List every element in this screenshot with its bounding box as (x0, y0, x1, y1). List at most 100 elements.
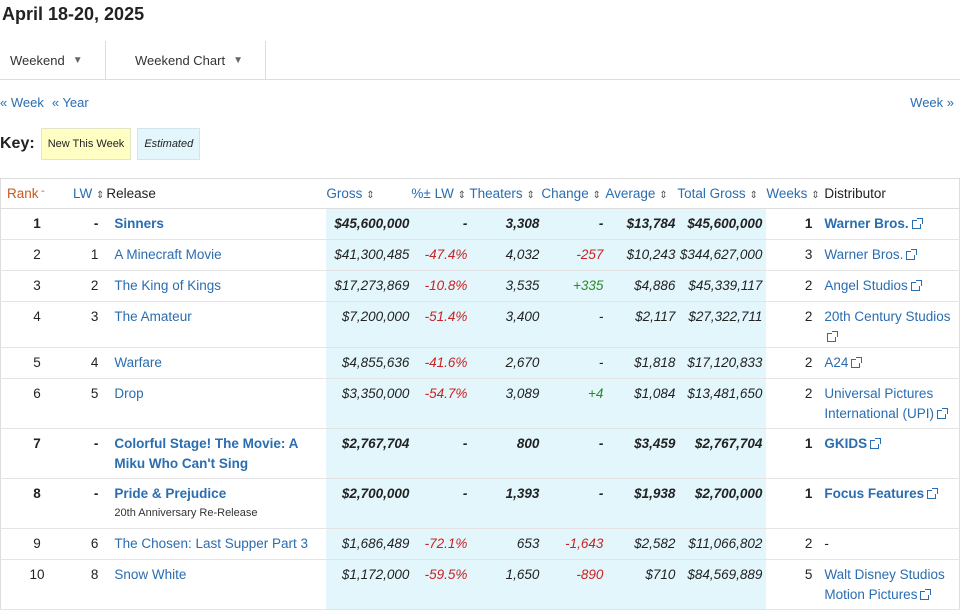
total-gross-cell: $344,627,000 (679, 247, 763, 262)
last-week-rank-cell: - (93, 216, 99, 231)
last-week-rank-cell: 8 (90, 567, 99, 582)
key-estimated: Estimated (137, 128, 201, 160)
gross-cell: $17,273,869 (334, 278, 410, 293)
table-row: 3 2 The King of Kings $17,273,869 -10.8% 3,53… (0, 270, 960, 302)
next-week-link[interactable]: Week » (910, 95, 954, 110)
sort-icon: ⇕ (749, 190, 758, 201)
average-cell: $2,582 (634, 536, 676, 551)
chevron-down-icon: ▼ (72, 54, 83, 66)
rank-cell: 2 (33, 247, 41, 262)
external-link-icon[interactable] (827, 331, 839, 342)
pct-change-cell: -47.4% (424, 247, 468, 262)
theaters-column-header[interactable]: Theaters ⇕ (469, 178, 542, 209)
average-column-header[interactable]: Average ⇕ (605, 178, 678, 209)
distributor-link[interactable]: Angel Studios (824, 278, 907, 293)
sort-icon: ⇕ (811, 190, 820, 201)
release-column-header[interactable]: Release (106, 178, 327, 209)
distributor-link[interactable]: 20th Century Studios (824, 309, 950, 324)
total-gross-cell: $17,120,833 (687, 355, 763, 370)
rank-column-header[interactable]: Rank ˆ (0, 178, 73, 209)
distributor-link[interactable]: A24 (824, 355, 848, 370)
gross-cell: $41,300,485 (334, 247, 410, 262)
last-week-rank-cell: - (93, 486, 99, 501)
release-link[interactable]: Sinners (114, 216, 164, 231)
external-link-icon[interactable] (910, 280, 922, 291)
release-link[interactable]: The Amateur (114, 309, 191, 324)
weeks-column-header[interactable]: Weeks ⇕ (766, 178, 825, 209)
rank-cell: 5 (33, 355, 41, 370)
sort-icon: ⇕ (457, 190, 466, 201)
external-link-icon[interactable] (851, 357, 863, 368)
lw-column-header[interactable]: LW ⇕ (73, 178, 107, 209)
theater-change-cell: +335 (572, 278, 604, 293)
prev-year-link[interactable]: « Year (52, 95, 89, 110)
gross-column-header[interactable]: Gross ⇕ (326, 178, 412, 209)
gross-cell: $7,200,000 (341, 309, 410, 324)
distributor-link[interactable]: Universal Pictures International (UPI) (824, 386, 934, 421)
release-link[interactable]: Colorful Stage! The Movie: A Miku Who Ca… (114, 436, 298, 471)
release-link[interactable]: Warfare (114, 355, 162, 370)
external-link-icon[interactable] (906, 249, 918, 260)
average-cell: $4,886 (634, 278, 676, 293)
weeks-cell: 1 (804, 216, 813, 231)
table-row: 5 4 Warfare $4,855,636 -41.6% 2,670 - $1,818 $17… (0, 347, 960, 379)
theaters-cell: 3,535 (505, 278, 540, 293)
rank-cell: 1 (33, 216, 41, 231)
theater-change-cell: - (598, 486, 604, 501)
weekend-dropdown[interactable]: Weekend ▼ (10, 41, 83, 79)
distributor-column-header[interactable]: Distributor (824, 178, 960, 209)
table-row: 1- Sinners $45,600,000-3,308- $13,784 $45,60… (0, 208, 960, 240)
pct-change-cell: -41.6% (424, 355, 468, 370)
theater-change-cell: -257 (576, 247, 604, 262)
external-link-icon[interactable] (911, 218, 923, 229)
release-link[interactable]: Snow White (114, 567, 186, 582)
theaters-cell: 2,670 (505, 355, 540, 370)
total-gross-cell: $45,339,117 (688, 278, 763, 293)
weekend-chart-dropdown[interactable]: Weekend Chart ▼ (105, 41, 266, 79)
average-cell: $3,459 (634, 436, 676, 451)
weeks-cell: 1 (804, 486, 813, 501)
table-row: 4 3 The Amateur $7,200,000 -51.4% 3,400 - $2,11… (0, 301, 960, 348)
weeks-cell: 2 (804, 386, 813, 401)
theaters-cell: 1,650 (505, 567, 540, 582)
external-link-icon[interactable] (936, 408, 948, 419)
prev-week-link[interactable]: « Week (0, 95, 44, 110)
weeks-cell: 1 (804, 436, 813, 451)
release-link[interactable]: A Minecraft Movie (114, 247, 221, 262)
external-link-icon[interactable] (927, 488, 939, 499)
distributor-link[interactable]: Warner Bros. (824, 216, 908, 231)
distributor-link[interactable]: GKIDS (824, 436, 867, 451)
release-link[interactable]: Drop (114, 386, 143, 401)
table-row: 8- Pride & Prejudice 20th Anniversary Re-R… (0, 478, 960, 529)
table-row: 2 1 A Minecraft Movie $41,300,485 -47.4% 4,03… (0, 239, 960, 271)
last-week-rank-cell: 6 (90, 536, 99, 551)
theaters-cell: 3,089 (505, 386, 540, 401)
release-link[interactable]: The Chosen: Last Supper Part 3 (114, 536, 308, 551)
distributor-link[interactable]: Warner Bros. (824, 247, 903, 262)
theater-change-cell: -1,643 (565, 536, 604, 551)
rank-cell: 4 (33, 309, 41, 324)
gross-cell: $2,700,000 (341, 486, 410, 501)
table-row: 10 8 Snow White $1,172,000 -59.5% 1,650 -890 $7… (0, 559, 960, 610)
rank-cell: 7 (33, 436, 41, 451)
release-link[interactable]: Pride & Prejudice (114, 486, 226, 501)
external-link-icon[interactable] (920, 589, 932, 600)
theaters-cell: 800 (516, 436, 540, 451)
pct-change-cell: -72.1% (424, 536, 468, 551)
page-title: April 18-20, 2025 (2, 4, 145, 24)
distributor-link[interactable]: Focus Features (824, 486, 924, 501)
average-cell: $10,243 (626, 247, 676, 262)
pct-lw-column-header[interactable]: %± LW ⇕ (411, 178, 470, 209)
gross-cell: $45,600,000 (334, 216, 410, 231)
gross-cell: $4,855,636 (341, 355, 410, 370)
external-link-icon[interactable] (870, 438, 882, 449)
table-row: 9 6 The Chosen: Last Supper Part 3 $1,686,4… (0, 528, 960, 560)
total-gross-column-header[interactable]: Total Gross ⇕ (677, 178, 767, 209)
release-link[interactable]: The King of Kings (114, 278, 221, 293)
gross-cell: $3,350,000 (341, 386, 410, 401)
total-gross-cell: $11,066,802 (688, 536, 763, 551)
pct-change-cell: - (462, 486, 468, 501)
change-column-header[interactable]: Change ⇕ (541, 178, 606, 209)
rank-cell: 6 (33, 386, 41, 401)
total-gross-cell: $84,569,889 (687, 567, 763, 582)
